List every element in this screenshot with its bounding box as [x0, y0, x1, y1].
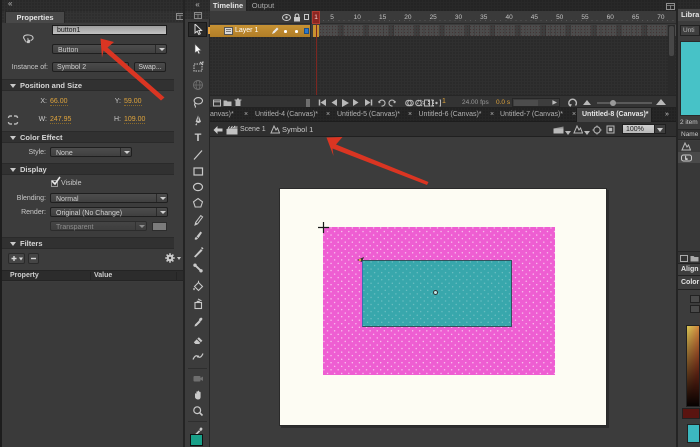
svg-text:T: T: [194, 132, 201, 143]
